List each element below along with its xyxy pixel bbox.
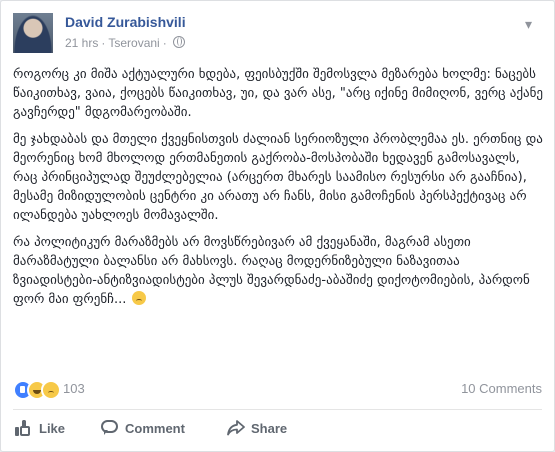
post-actions: Like Comment Share — [13, 409, 542, 444]
author-name[interactable]: David Zurabishvili — [65, 14, 186, 30]
post-body: როგორც კი მიშა აქტუალური ხდება, ფეისბუქშ… — [13, 65, 543, 317]
share-icon — [227, 420, 245, 436]
reactions-count[interactable]: 103 — [63, 381, 85, 396]
post-location[interactable]: Tserovani — [108, 36, 159, 50]
post-meta: 21 hrs · Tserovani · — [65, 36, 185, 50]
comment-icon — [101, 420, 119, 436]
post-paragraph: რა პოლიტიკურ მარაზმებს არ მოვსწრებივარ ა… — [13, 233, 543, 309]
avatar[interactable] — [13, 13, 53, 53]
post-stats: 103 10 Comments — [13, 379, 542, 401]
sad-reaction-icon — [41, 380, 61, 400]
chevron-down-icon[interactable]: ▾ — [525, 17, 533, 33]
comment-label: Comment — [125, 421, 185, 436]
post-time[interactable]: 21 hrs — [65, 36, 98, 50]
post-paragraph: მე ჯახდაბას და მთელი ქვეყნისთვის ძალიან … — [13, 132, 543, 223]
meta-separator: · — [101, 36, 106, 50]
meta-separator-2: · — [162, 36, 167, 50]
post-card: David Zurabishvili 21 hrs · Tserovani · ▾ რ… — [0, 0, 555, 452]
sad-face-icon — [132, 291, 147, 305]
comments-count[interactable]: 10 Comments — [461, 381, 542, 396]
share-label: Share — [251, 421, 288, 436]
like-label: Like — [39, 421, 66, 436]
post-paragraph-text: რა პოლიტიკურ მარაზმებს არ მოვსწრებივარ ა… — [13, 235, 530, 307]
post-header: David Zurabishvili 21 hrs · Tserovani · ▾ — [13, 13, 533, 57]
globe-icon[interactable] — [172, 36, 185, 48]
post-paragraph: როგორც კი მიშა აქტუალური ხდება, ფეისბუქშ… — [13, 67, 543, 120]
like-icon — [15, 420, 33, 436]
